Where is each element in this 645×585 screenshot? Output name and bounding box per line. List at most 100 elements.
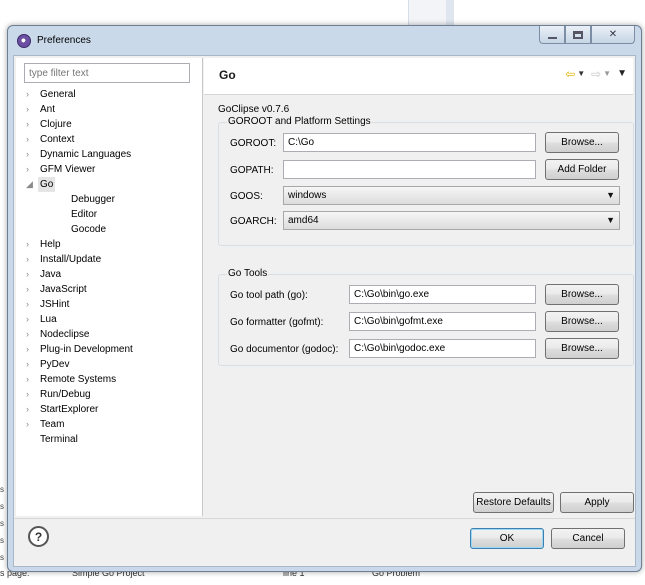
page-navigation: ⇦ ▼ ⇨ ▼ ▼ — [565, 67, 627, 81]
tree-item-label: Java — [40, 269, 62, 280]
tree-item-label: Remote Systems — [40, 374, 117, 385]
tree-item-label: PyDev — [40, 359, 70, 370]
chevron-down-icon: ▼ — [606, 215, 615, 225]
forward-arrow-icon[interactable]: ⇨ — [591, 67, 601, 81]
window-controls: ✕ — [539, 26, 635, 44]
tree-item-label: Dynamic Languages — [40, 149, 132, 160]
tree-item-label: Context — [40, 134, 75, 145]
collapsed-arrow-icon[interactable]: › — [26, 237, 36, 252]
go-tool-path-field[interactable]: C:\Go\bin\go.exe — [349, 285, 536, 304]
page-header: Go ⇦ ▼ ⇨ ▼ ▼ — [204, 58, 633, 95]
tree-item-label: Editor — [71, 209, 98, 220]
group-title: GOROOT and Platform Settings — [227, 116, 372, 127]
close-button[interactable]: ✕ — [591, 26, 635, 44]
filter-input[interactable] — [24, 63, 190, 83]
eclipse-icon — [17, 34, 31, 48]
goroot-browse-button[interactable]: Browse... — [545, 132, 619, 153]
collapsed-arrow-icon[interactable]: › — [26, 342, 36, 357]
goarch-select[interactable]: amd64 ▼ — [283, 211, 620, 230]
apply-button[interactable]: Apply — [560, 492, 634, 513]
tree-item-label: Nodeclipse — [40, 329, 90, 340]
goos-select[interactable]: windows ▼ — [283, 186, 620, 205]
minimize-button[interactable] — [539, 26, 565, 44]
tree-item-label: Lua — [40, 314, 57, 325]
collapsed-arrow-icon[interactable]: › — [26, 252, 36, 267]
dialog-footer: ? OK Cancel — [14, 518, 635, 566]
preference-page: Go ⇦ ▼ ⇨ ▼ ▼ GoClipse v0.7.6 GOROOT and … — [204, 58, 634, 516]
group-title: Go Tools — [227, 268, 269, 279]
gofmt-label: Go formatter (gofmt): — [230, 317, 324, 328]
tree-item-label: Help — [40, 239, 61, 250]
collapsed-arrow-icon[interactable]: › — [26, 87, 36, 102]
goos-value: windows — [288, 190, 327, 201]
collapsed-arrow-icon[interactable]: › — [26, 102, 36, 117]
goroot-field[interactable]: C:\Go — [283, 133, 536, 152]
goroot-settings-group: GOROOT and Platform Settings GOROOT: C:\… — [218, 116, 634, 246]
background-edge-text: s — [0, 502, 4, 511]
maximize-button[interactable] — [565, 26, 591, 44]
tree-item-label: GFM Viewer — [40, 164, 96, 175]
background-edge-text: s — [0, 536, 4, 545]
tree-item-label: Ant — [40, 104, 56, 115]
godoc-field[interactable]: C:\Go\bin\godoc.exe — [349, 339, 536, 358]
background-panel-edge — [446, 0, 454, 25]
tree-item-label: Clojure — [40, 119, 72, 130]
tree-item-label: JSHint — [40, 299, 70, 310]
cancel-button[interactable]: Cancel — [551, 528, 625, 549]
help-icon[interactable]: ? — [28, 526, 49, 547]
collapsed-arrow-icon[interactable]: › — [26, 162, 36, 177]
go-tool-browse-button[interactable]: Browse... — [545, 284, 619, 305]
close-icon: ✕ — [608, 29, 618, 40]
goclipse-version: GoClipse v0.7.6 — [218, 104, 290, 115]
tree-item-label: Plug-in Development — [40, 344, 133, 355]
collapsed-arrow-icon[interactable]: › — [26, 327, 36, 342]
add-folder-button[interactable]: Add Folder — [545, 159, 619, 180]
collapsed-arrow-icon[interactable]: › — [26, 312, 36, 327]
dialog-body: › General › Ant › Clojure › Context › Dynamic Lan… — [13, 55, 636, 567]
goos-label: GOOS: — [230, 191, 263, 202]
collapsed-arrow-icon[interactable]: › — [26, 417, 36, 432]
collapsed-arrow-icon[interactable]: › — [26, 267, 36, 282]
go-tool-path-label: Go tool path (go): — [230, 290, 308, 301]
tree-item-label: Terminal — [40, 434, 78, 445]
tree-item-label: StartExplorer — [40, 404, 99, 415]
collapsed-arrow-icon[interactable]: › — [26, 147, 36, 162]
collapsed-arrow-icon[interactable]: › — [26, 282, 36, 297]
page-title: Go — [219, 68, 236, 82]
ok-button[interactable]: OK — [470, 528, 544, 549]
expanded-arrow-icon[interactable]: ◢ — [26, 177, 36, 192]
background-panel — [408, 0, 448, 25]
collapsed-arrow-icon[interactable]: › — [26, 372, 36, 387]
back-arrow-icon[interactable]: ⇦ — [565, 67, 575, 81]
gofmt-browse-button[interactable]: Browse... — [545, 311, 619, 332]
forward-history-dropdown-icon[interactable]: ▼ — [603, 67, 611, 81]
collapsed-arrow-icon[interactable]: › — [26, 117, 36, 132]
collapsed-arrow-icon[interactable]: › — [26, 297, 36, 312]
tree-item-label: Team — [40, 419, 65, 430]
tree-item-label: Gocode — [71, 224, 107, 235]
view-menu-icon[interactable]: ▼ — [617, 67, 627, 81]
tree-item-label: Debugger — [71, 194, 115, 205]
restore-defaults-button[interactable]: Restore Defaults — [473, 492, 554, 513]
collapsed-arrow-icon[interactable]: › — [26, 132, 36, 147]
godoc-browse-button[interactable]: Browse... — [545, 338, 619, 359]
tree-item-label: JavaScript — [40, 284, 87, 295]
collapsed-arrow-icon[interactable]: › — [26, 402, 36, 417]
collapsed-arrow-icon[interactable]: › — [26, 357, 36, 372]
gofmt-field[interactable]: C:\Go\bin\gofmt.exe — [349, 312, 536, 331]
gopath-field[interactable] — [283, 160, 536, 179]
back-history-dropdown-icon[interactable]: ▼ — [577, 67, 585, 81]
background-edge-text: s — [0, 553, 4, 562]
tree-item-label: Go — [38, 177, 56, 192]
background-edge-text: s — [0, 519, 4, 528]
title-bar[interactable]: Preferences ✕ — [8, 26, 641, 54]
go-tools-group: Go Tools Go tool path (go): C:\Go\bin\go… — [218, 268, 634, 366]
collapsed-arrow-icon[interactable]: › — [26, 387, 36, 402]
background-edge-text: s — [0, 485, 4, 494]
goroot-label: GOROOT: — [230, 138, 277, 149]
tree-item-label: Run/Debug — [40, 389, 91, 400]
preference-tree-pane: › General › Ant › Clojure › Context › Dynamic Lan… — [16, 58, 203, 516]
chevron-down-icon: ▼ — [606, 190, 615, 200]
minimize-icon — [547, 36, 557, 39]
goarch-label: GOARCH: — [230, 216, 277, 227]
